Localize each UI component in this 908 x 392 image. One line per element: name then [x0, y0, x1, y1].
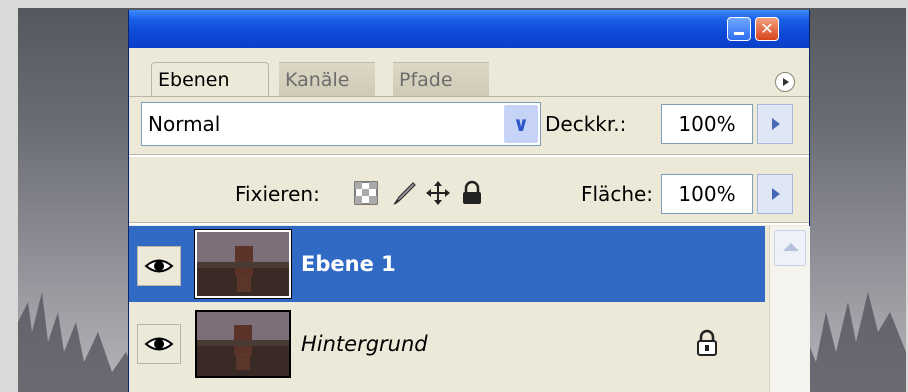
tab-ebenen[interactable]: Ebenen [151, 62, 269, 97]
panel-menu-icon[interactable] [775, 72, 795, 92]
scroll-up-icon[interactable] [774, 230, 806, 266]
blend-mode-value: Normal [148, 112, 221, 136]
panel-titlebar[interactable]: ✕ [129, 10, 809, 48]
minimize-button[interactable] [727, 17, 751, 41]
lock-position-icon[interactable] [425, 180, 451, 206]
layer-name[interactable]: Hintergrund [301, 306, 428, 382]
layer-row-ebene-1[interactable]: Ebene 1 [129, 226, 765, 302]
visibility-toggle[interactable] [137, 246, 181, 286]
layer-thumbnail [195, 310, 291, 378]
lock-label: Fixieren: [235, 182, 320, 206]
opacity-label: Deckkr.: [545, 112, 627, 136]
layer-row-hintergrund[interactable]: Hintergrund [129, 306, 765, 382]
trees-left-image [18, 292, 138, 392]
layers-panel: ✕ Ebenen Kanäle Pfade Normal Deckkr.: 10… [128, 10, 810, 392]
divider [129, 154, 809, 157]
opacity-input[interactable]: 100% [661, 104, 753, 144]
opacity-slider-button[interactable] [757, 104, 793, 144]
tab-divider [129, 96, 809, 97]
layer-thumbnail [194, 229, 292, 299]
minimize-icon [734, 32, 744, 35]
blend-mode-select[interactable]: Normal [141, 102, 541, 146]
layer-scrollbar[interactable] [769, 226, 810, 392]
tab-kanaele[interactable]: Kanäle [279, 62, 375, 97]
visibility-toggle[interactable] [137, 324, 181, 364]
lock-icon [697, 329, 717, 356]
fill-input[interactable]: 100% [661, 174, 753, 214]
eye-icon [144, 337, 174, 351]
lock-transparency-icon[interactable] [353, 180, 379, 206]
lock-paint-icon[interactable] [391, 180, 417, 206]
fill-slider-button[interactable] [757, 174, 793, 214]
fill-label: Fläche: [581, 182, 654, 206]
close-button[interactable]: ✕ [755, 17, 779, 41]
close-icon: ✕ [760, 19, 774, 38]
eye-icon [144, 259, 174, 273]
layer-name[interactable]: Ebene 1 [301, 226, 396, 302]
divider [129, 222, 809, 225]
tab-bar: Ebenen Kanäle Pfade [129, 48, 809, 98]
dropdown-arrow-icon[interactable] [504, 105, 538, 143]
tab-pfade[interactable]: Pfade [393, 62, 489, 97]
lock-all-icon[interactable] [459, 180, 485, 206]
trees-right-image [796, 292, 906, 392]
layer-list: Ebene 1 Hintergrund [129, 226, 769, 392]
